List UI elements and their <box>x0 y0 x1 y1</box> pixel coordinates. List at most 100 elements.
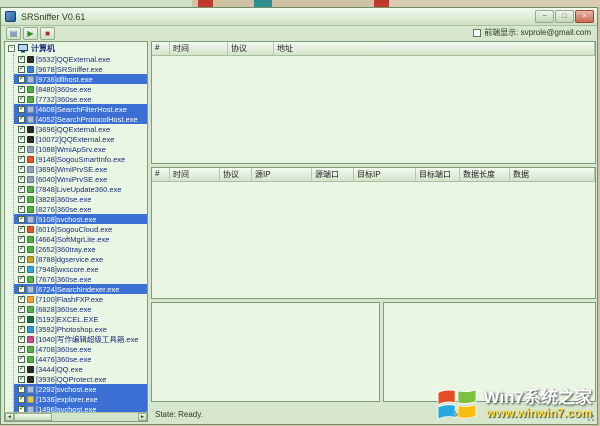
scroll-left-arrow[interactable]: ◄ <box>5 413 14 421</box>
process-row[interactable]: [9108]svchost.exe <box>14 214 147 224</box>
process-row[interactable]: [9736]dllhost.exe <box>14 74 147 84</box>
process-row[interactable]: [6724]SearchIndexer.exe <box>14 284 147 294</box>
process-checkbox[interactable] <box>18 356 25 363</box>
column-header-0[interactable]: # <box>152 168 170 181</box>
hex-view-panel[interactable] <box>151 302 380 402</box>
adapter-list-button[interactable]: ▤ <box>6 27 21 40</box>
column-header-4[interactable]: 源端口 <box>312 168 354 181</box>
tree-root[interactable]: − 计算机 <box>5 42 147 54</box>
process-checkbox[interactable] <box>18 386 25 393</box>
process-checkbox[interactable] <box>18 86 25 93</box>
process-checkbox[interactable] <box>18 276 25 283</box>
process-row[interactable]: [7948]wxscore.exe <box>14 264 147 274</box>
process-checkbox[interactable] <box>18 56 25 63</box>
frontend-display-option[interactable]: 前端显示: svprole@gmail.com <box>473 27 591 38</box>
maximize-button[interactable]: □ <box>555 10 574 23</box>
column-header-6[interactable]: 目标端口 <box>416 168 460 181</box>
process-tree[interactable]: − 计算机 [5532]QQExternal.exe[9678]SRSniffe… <box>4 41 148 422</box>
process-checkbox[interactable] <box>18 316 25 323</box>
frontend-checkbox[interactable] <box>473 29 481 37</box>
process-checkbox[interactable] <box>18 76 25 83</box>
column-header-2[interactable]: 协议 <box>220 168 252 181</box>
process-checkbox[interactable] <box>18 146 25 153</box>
process-row[interactable]: [8788]dgservice.exe <box>14 254 147 264</box>
process-row[interactable]: [4608]SearchFilterHost.exe <box>14 104 147 114</box>
process-row[interactable]: [5192]EXCEL.EXE <box>14 314 147 324</box>
process-checkbox[interactable] <box>18 176 25 183</box>
minimize-button[interactable]: − <box>535 10 554 23</box>
process-row[interactable]: [2652]360tray.exe <box>14 244 147 254</box>
process-checkbox[interactable] <box>18 256 25 263</box>
process-checkbox[interactable] <box>18 106 25 113</box>
column-header-3[interactable]: 源IP <box>252 168 312 181</box>
column-header-7[interactable]: 数据长度 <box>460 168 510 181</box>
process-checkbox[interactable] <box>18 286 25 293</box>
process-checkbox[interactable] <box>18 126 25 133</box>
scroll-right-arrow[interactable]: ► <box>138 413 147 421</box>
process-row[interactable]: [7676]360se.exe <box>14 274 147 284</box>
process-row[interactable]: [3696]WmiPrvSE.exe <box>14 164 147 174</box>
process-row[interactable]: [6016]SogouCloud.exe <box>14 224 147 234</box>
packets-table-body[interactable] <box>152 182 595 299</box>
process-checkbox[interactable] <box>18 96 25 103</box>
process-row[interactable]: [5532]QQExternal.exe <box>14 54 147 64</box>
column-header-1[interactable]: 时间 <box>170 42 228 55</box>
scroll-track[interactable] <box>52 413 138 421</box>
process-checkbox[interactable] <box>18 116 25 123</box>
process-checkbox[interactable] <box>18 246 25 253</box>
process-checkbox[interactable] <box>18 136 25 143</box>
process-row[interactable]: [8480]360se.exe <box>14 84 147 94</box>
connections-table-body[interactable] <box>152 56 595 164</box>
process-checkbox[interactable] <box>18 306 25 313</box>
column-header-1[interactable]: 时间 <box>170 168 220 181</box>
process-checkbox[interactable] <box>18 266 25 273</box>
process-checkbox[interactable] <box>18 166 25 173</box>
process-row[interactable]: [3696]QQExternal.exe <box>14 124 147 134</box>
process-row[interactable]: [4052]SearchProtocolHost.exe <box>14 114 147 124</box>
process-checkbox[interactable] <box>18 296 25 303</box>
process-row[interactable]: [4708]360se.exe <box>14 344 147 354</box>
process-row[interactable]: [9148]SogouSmartInfo.exe <box>14 154 147 164</box>
process-row[interactable]: [4476]360se.exe <box>14 354 147 364</box>
process-checkbox[interactable] <box>18 226 25 233</box>
process-checkbox[interactable] <box>18 216 25 223</box>
process-row[interactable]: [3444]QQ.exe <box>14 364 147 374</box>
process-checkbox[interactable] <box>18 236 25 243</box>
process-row[interactable]: [2292]svchost.exe <box>14 384 147 394</box>
process-row[interactable]: [4664]SoftMgrLite.exe <box>14 234 147 244</box>
process-checkbox[interactable] <box>18 346 25 353</box>
process-row[interactable]: [8276]360se.exe <box>14 204 147 214</box>
scroll-thumb[interactable] <box>14 413 52 421</box>
process-row[interactable]: [7848]LiveUpdate360.exe <box>14 184 147 194</box>
column-header-8[interactable]: 数据 <box>510 168 595 181</box>
process-checkbox[interactable] <box>18 206 25 213</box>
stop-capture-button[interactable]: ■ <box>40 27 55 40</box>
process-checkbox[interactable] <box>18 326 25 333</box>
process-row[interactable]: [6040]WmiPrvSE.exe <box>14 174 147 184</box>
column-header-2[interactable]: 协议 <box>228 42 274 55</box>
column-header-0[interactable]: # <box>152 42 170 55</box>
process-row[interactable]: [7100]FlashFXP.exe <box>14 294 147 304</box>
start-capture-button[interactable]: ▶ <box>23 27 38 40</box>
process-row[interactable]: [3936]QQProtect.exe <box>14 374 147 384</box>
process-checkbox[interactable] <box>18 336 25 343</box>
process-row[interactable]: [7732]360se.exe <box>14 94 147 104</box>
tree-horizontal-scrollbar[interactable]: ◄ ► <box>5 412 147 421</box>
process-row[interactable]: [1088]WmiApSrv.exe <box>14 144 147 154</box>
process-row[interactable]: [1040]写作编辑超级工具箱.exe <box>14 334 147 344</box>
process-checkbox[interactable] <box>18 156 25 163</box>
titlebar[interactable]: SRSniffer V0.61 − □ × <box>1 8 597 26</box>
column-header-5[interactable]: 目标IP <box>354 168 416 181</box>
process-checkbox[interactable] <box>18 376 25 383</box>
process-row[interactable]: [1536]explorer.exe <box>14 394 147 404</box>
column-header-3[interactable]: 地址 <box>274 42 595 55</box>
process-row[interactable]: [10072]QQExternal.exe <box>14 134 147 144</box>
close-button[interactable]: × <box>575 10 594 23</box>
process-row[interactable]: [3592]Photoshop.exe <box>14 324 147 334</box>
process-row[interactable]: [3828]360se.exe <box>14 194 147 204</box>
collapse-icon[interactable]: − <box>8 45 15 52</box>
process-checkbox[interactable] <box>18 396 25 403</box>
process-row[interactable]: [9678]SRSniffer.exe <box>14 64 147 74</box>
process-checkbox[interactable] <box>18 186 25 193</box>
process-checkbox[interactable] <box>18 66 25 73</box>
